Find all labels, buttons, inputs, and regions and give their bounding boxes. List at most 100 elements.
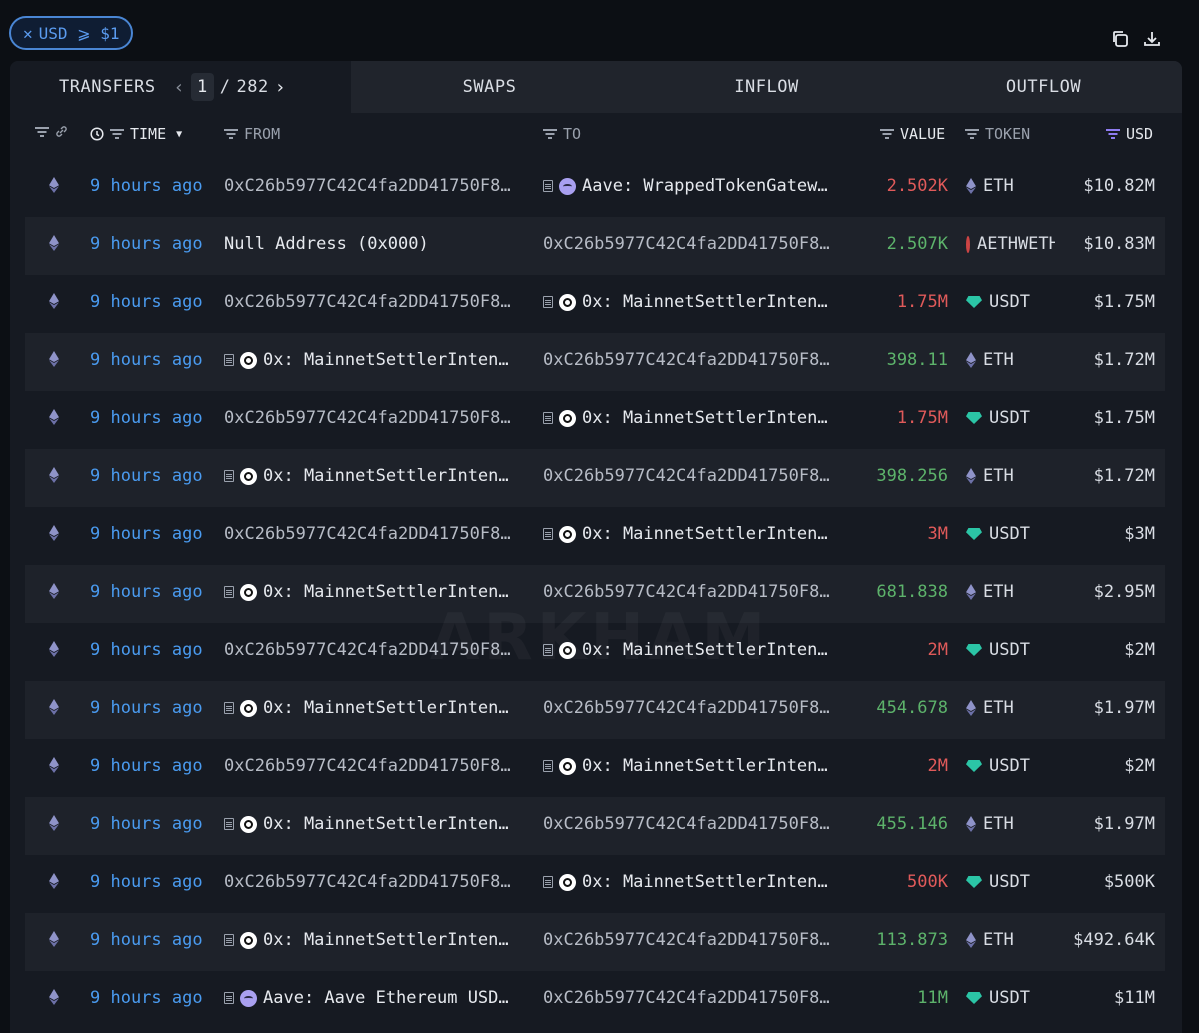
time-link[interactable]: 9 hours ago bbox=[90, 234, 203, 254]
from-column-header[interactable]: FROM bbox=[224, 125, 280, 143]
entity-contract[interactable]: 0x: MainnetSettlerInten… bbox=[543, 524, 828, 544]
entity-contract[interactable]: 0x: MainnetSettlerInten… bbox=[543, 408, 828, 428]
time-link[interactable]: 9 hours ago bbox=[90, 640, 203, 660]
time-link[interactable]: 9 hours ago bbox=[90, 408, 203, 428]
time-link[interactable]: 9 hours ago bbox=[90, 176, 203, 196]
value-cell: 3M bbox=[927, 524, 948, 544]
usd-column-header[interactable]: USD bbox=[1106, 125, 1153, 143]
entity-name: 0x: MainnetSettlerInten… bbox=[263, 698, 509, 718]
to-column-header[interactable]: TO bbox=[543, 125, 581, 143]
table-row[interactable]: 9 hours ago 0x: MainnetSettlerInten… 0xC26… bbox=[25, 449, 1165, 507]
table-row[interactable]: 9 hours ago 0xC26b5977C42C4fa2DD41750F8… 0… bbox=[25, 391, 1165, 449]
filter-icon[interactable] bbox=[35, 127, 49, 137]
filter-icon[interactable] bbox=[224, 129, 238, 139]
address-link[interactable]: 0xC26b5977C42C4fa2DD41750F8… bbox=[543, 814, 830, 834]
sort-desc-icon[interactable]: ▼ bbox=[176, 129, 182, 140]
tab-transfers[interactable]: TRANSFERS ‹ 1 / 282 › bbox=[10, 61, 351, 113]
filter-icon[interactable] bbox=[543, 129, 557, 139]
table-row[interactable]: 9 hours ago 0x: MainnetSettlerInten… 0xC26… bbox=[25, 797, 1165, 855]
filter-icon[interactable] bbox=[965, 129, 979, 139]
page-current[interactable]: 1 bbox=[190, 73, 214, 101]
time-link[interactable]: 9 hours ago bbox=[90, 930, 203, 950]
tab-swaps[interactable]: SWAPS bbox=[351, 61, 628, 113]
address-link[interactable]: 0xC26b5977C42C4fa2DD41750F8… bbox=[543, 234, 830, 254]
time-link[interactable]: 9 hours ago bbox=[90, 872, 203, 892]
token-column-header[interactable]: TOKEN bbox=[965, 125, 1030, 143]
entity-contract[interactable]: 0x: MainnetSettlerInten… bbox=[543, 756, 828, 776]
close-icon[interactable]: ✕ bbox=[23, 24, 33, 43]
address-link[interactable]: 0xC26b5977C42C4fa2DD41750F8… bbox=[224, 176, 511, 196]
usd-filter-chip[interactable]: ✕ USD ⩾ $1 bbox=[9, 16, 134, 50]
address-link[interactable]: 0xC26b5977C42C4fa2DD41750F8… bbox=[543, 466, 830, 486]
address-link[interactable]: 0xC26b5977C42C4fa2DD41750F8… bbox=[543, 698, 830, 718]
token-cell[interactable]: ETH bbox=[966, 698, 1055, 718]
entity-contract[interactable]: 0x: MainnetSettlerInten… bbox=[543, 292, 828, 312]
time-link[interactable]: 9 hours ago bbox=[90, 814, 203, 834]
entity-name[interactable]: Null Address (0x000) bbox=[224, 234, 429, 254]
address-link[interactable]: 0xC26b5977C42C4fa2DD41750F8… bbox=[224, 524, 511, 544]
token-cell[interactable]: ETH bbox=[966, 930, 1055, 950]
address-link[interactable]: 0xC26b5977C42C4fa2DD41750F8… bbox=[543, 350, 830, 370]
token-cell[interactable]: USDT bbox=[966, 988, 1055, 1008]
time-link[interactable]: 9 hours ago bbox=[90, 582, 203, 602]
token-cell[interactable]: ETH bbox=[966, 582, 1055, 602]
address-link[interactable]: 0xC26b5977C42C4fa2DD41750F8… bbox=[543, 582, 830, 602]
token-cell[interactable]: USDT bbox=[966, 756, 1055, 776]
token-cell[interactable]: ETH bbox=[966, 466, 1055, 486]
time-link[interactable]: 9 hours ago bbox=[90, 988, 203, 1008]
entity-contract[interactable]: Aave: WrappedTokenGatew… bbox=[543, 176, 828, 196]
table-row[interactable]: 9 hours ago Aave: Aave Ethereum USD… 0xC26… bbox=[25, 971, 1165, 1029]
time-column-header[interactable]: TIME ▼ bbox=[90, 125, 182, 143]
table-row[interactable]: 9 hours ago 0x: MainnetSettlerInten… 0xC26… bbox=[25, 333, 1165, 391]
filter-icon[interactable] bbox=[880, 129, 894, 139]
time-link[interactable]: 9 hours ago bbox=[90, 698, 203, 718]
entity-contract[interactable]: 0x: MainnetSettlerInten… bbox=[543, 872, 828, 892]
table-row[interactable]: 9 hours ago 0xC26b5977C42C4fa2DD41750F8… 0… bbox=[25, 507, 1165, 565]
token-cell[interactable]: USDT bbox=[966, 292, 1055, 312]
table-row[interactable]: 9 hours ago 0xC26b5977C42C4fa2DD41750F8… 0… bbox=[25, 275, 1165, 333]
token-cell[interactable]: AETHWETH bbox=[966, 234, 1055, 254]
tab-inflow[interactable]: INFLOW bbox=[628, 61, 905, 113]
address-link[interactable]: 0xC26b5977C42C4fa2DD41750F8… bbox=[543, 988, 830, 1008]
token-cell[interactable]: USDT bbox=[966, 408, 1055, 428]
entity-contract[interactable]: 0x: MainnetSettlerInten… bbox=[224, 582, 509, 602]
table-row[interactable]: 9 hours ago 0x: MainnetSettlerInten… 0xC26… bbox=[25, 913, 1165, 971]
time-link[interactable]: 9 hours ago bbox=[90, 756, 203, 776]
token-cell[interactable]: ETH bbox=[966, 814, 1055, 834]
address-link[interactable]: 0xC26b5977C42C4fa2DD41750F8… bbox=[224, 408, 511, 428]
token-cell[interactable]: USDT bbox=[966, 524, 1055, 544]
token-cell[interactable]: USDT bbox=[966, 872, 1055, 892]
entity-contract[interactable]: Aave: Aave Ethereum USD… bbox=[224, 988, 509, 1008]
table-row[interactable]: 9 hours ago 0xC26b5977C42C4fa2DD41750F8… 0… bbox=[25, 855, 1165, 913]
token-cell[interactable]: USDT bbox=[966, 640, 1055, 660]
address-link[interactable]: 0xC26b5977C42C4fa2DD41750F8… bbox=[543, 930, 830, 950]
token-cell[interactable]: ETH bbox=[966, 350, 1055, 370]
table-row[interactable]: 9 hours ago 0x: MainnetSettlerInten… 0xC26… bbox=[25, 681, 1165, 739]
chevron-right-icon[interactable]: › bbox=[275, 77, 286, 98]
chevron-left-icon[interactable]: ‹ bbox=[174, 77, 185, 98]
entity-contract[interactable]: 0x: MainnetSettlerInten… bbox=[224, 698, 509, 718]
token-cell[interactable]: ETH bbox=[966, 176, 1055, 196]
entity-contract[interactable]: 0x: MainnetSettlerInten… bbox=[224, 814, 509, 834]
address-link[interactable]: 0xC26b5977C42C4fa2DD41750F8… bbox=[224, 756, 511, 776]
table-row[interactable]: 9 hours ago 0xC26b5977C42C4fa2DD41750F8… 0… bbox=[25, 739, 1165, 797]
entity-contract[interactable]: 0x: MainnetSettlerInten… bbox=[224, 350, 509, 370]
filter-active-icon[interactable] bbox=[1106, 129, 1120, 139]
time-link[interactable]: 9 hours ago bbox=[90, 292, 203, 312]
entity-contract[interactable]: 0x: MainnetSettlerInten… bbox=[224, 466, 509, 486]
table-row[interactable]: 9 hours ago 0xC26b5977C42C4fa2DD41750F8… A… bbox=[25, 159, 1165, 217]
tab-outflow[interactable]: OUTFLOW bbox=[905, 61, 1182, 113]
address-link[interactable]: 0xC26b5977C42C4fa2DD41750F8… bbox=[224, 872, 511, 892]
copy-icon[interactable] bbox=[1111, 30, 1129, 48]
filter-icon[interactable] bbox=[110, 129, 124, 139]
time-link[interactable]: 9 hours ago bbox=[90, 524, 203, 544]
address-link[interactable]: 0xC26b5977C42C4fa2DD41750F8… bbox=[224, 292, 511, 312]
time-link[interactable]: 9 hours ago bbox=[90, 350, 203, 370]
value-column-header[interactable]: VALUE bbox=[880, 125, 945, 143]
time-link[interactable]: 9 hours ago bbox=[90, 466, 203, 486]
link-icon[interactable] bbox=[55, 125, 68, 138]
table-row[interactable]: 9 hours ago Null Address (0x000) 0xC26b597… bbox=[25, 217, 1165, 275]
chain-column-header[interactable] bbox=[35, 125, 68, 138]
download-icon[interactable] bbox=[1143, 30, 1161, 48]
entity-contract[interactable]: 0x: MainnetSettlerInten… bbox=[224, 930, 509, 950]
